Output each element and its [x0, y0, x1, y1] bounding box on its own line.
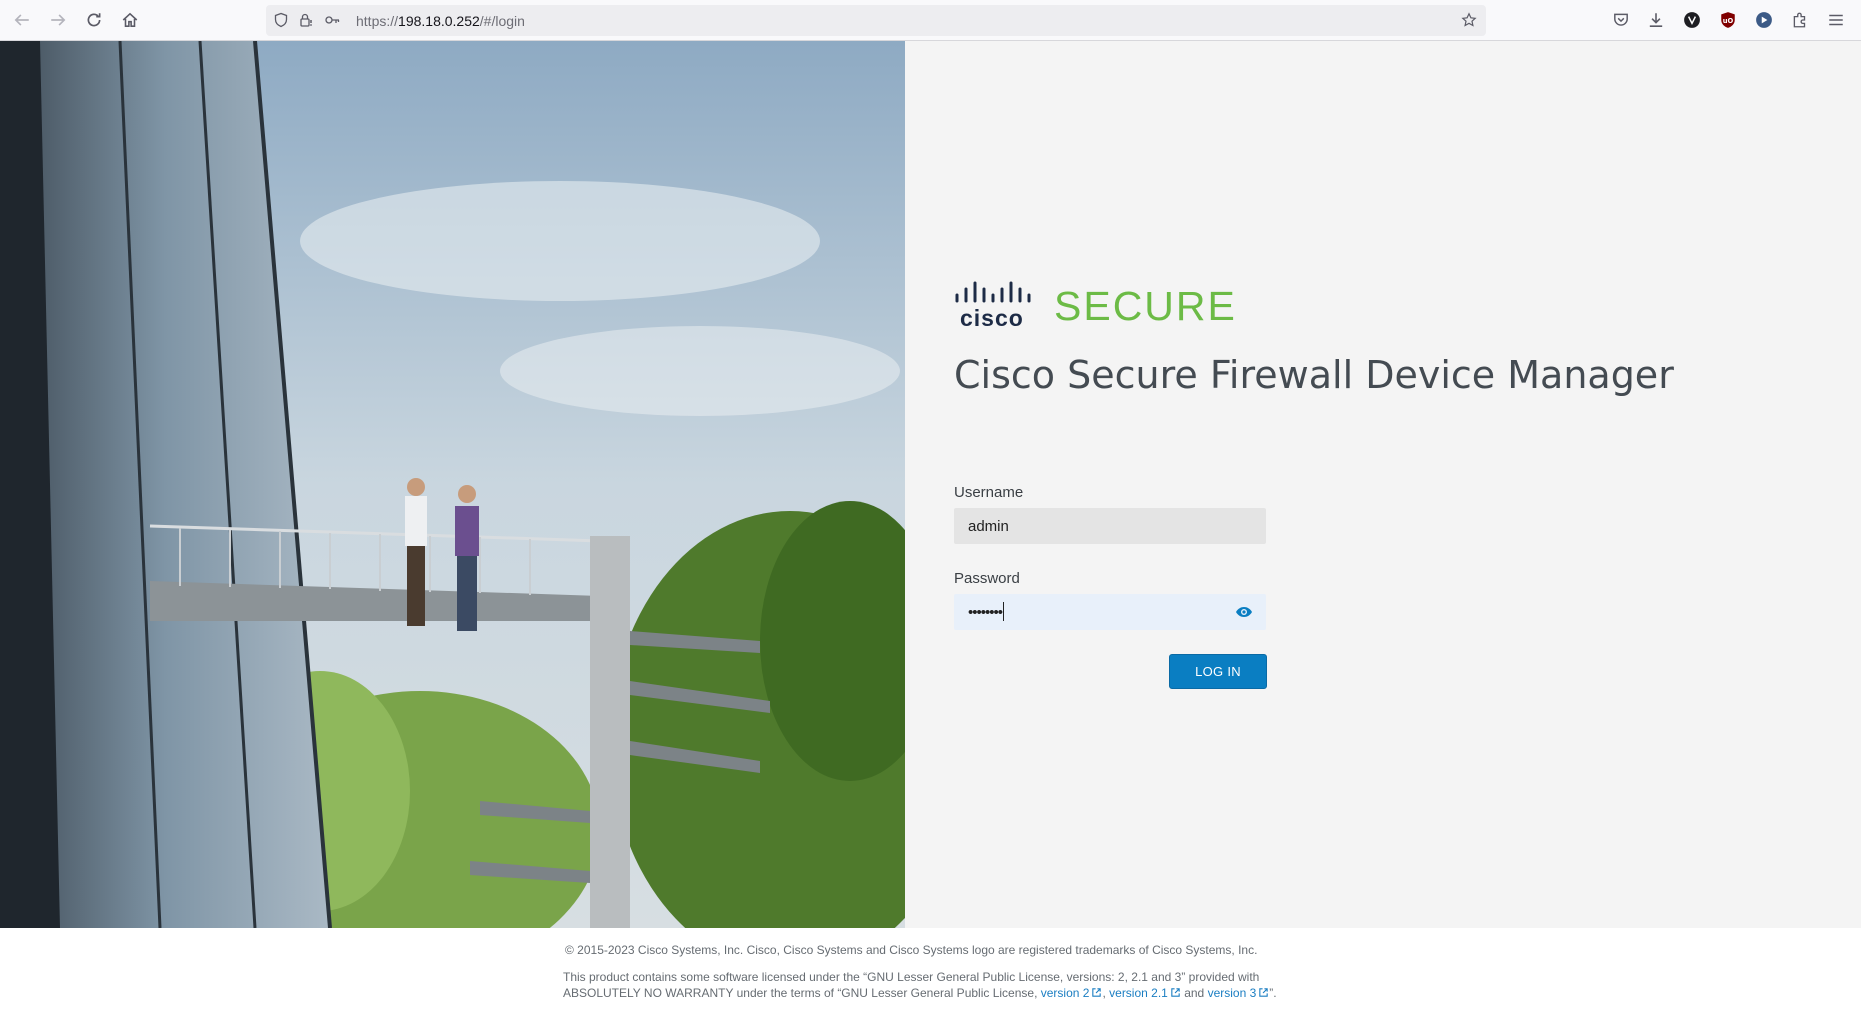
bookmark-star-icon[interactable]: [1460, 11, 1478, 29]
license-text-line1: This product contains some software lice…: [563, 970, 1260, 984]
building-staircase-illustration: [0, 41, 905, 928]
footer: © 2015-2023 Cisco Systems, Inc. Cisco, C…: [0, 928, 1861, 1011]
extension-dark-icon[interactable]: [1680, 8, 1704, 32]
link-version-2[interactable]: version 2: [1041, 986, 1103, 1000]
username-input[interactable]: [954, 508, 1266, 544]
and-text: and: [1184, 986, 1205, 1000]
url-host: 198.18.0.252: [398, 13, 480, 29]
extensions-puzzle-icon[interactable]: [1788, 8, 1812, 32]
shield-icon[interactable]: [272, 11, 290, 29]
cisco-wordmark: cisco: [960, 305, 1024, 331]
external-link-icon: [1171, 988, 1180, 997]
ublock-icon[interactable]: uO: [1716, 8, 1740, 32]
address-bar[interactable]: https://198.18.0.252/#/login: [266, 5, 1486, 36]
username-label: Username: [954, 484, 1024, 501]
link-version-3[interactable]: version 3: [1208, 986, 1270, 1000]
extension-blue-icon[interactable]: [1752, 8, 1776, 32]
external-link-icon: [1259, 988, 1268, 997]
url-scheme: https://: [356, 13, 399, 29]
link-version-2-1-label: version 2.1: [1109, 986, 1168, 1000]
license-prefix: ABSOLUTELY NO WARRANTY under the terms o…: [563, 986, 1038, 1000]
license-suffix: ”.: [1269, 986, 1277, 1000]
show-password-eye-icon[interactable]: [1235, 604, 1253, 620]
key-icon[interactable]: [323, 11, 341, 29]
login-button[interactable]: LOG IN: [1169, 654, 1267, 689]
page-title: Cisco Secure Firewall Device Manager: [954, 353, 1674, 397]
cisco-bars-icon: [955, 281, 1031, 303]
link-version-2-1[interactable]: version 2.1: [1109, 986, 1181, 1000]
external-link-icon: [1092, 988, 1102, 997]
password-input[interactable]: [954, 594, 1266, 630]
reload-icon[interactable]: [82, 8, 106, 32]
cisco-secure-logo: cisco SECURE: [954, 281, 1254, 331]
url-path: /#/login: [479, 13, 525, 29]
secure-wordmark: SECURE: [1054, 283, 1237, 329]
download-icon[interactable]: [1644, 8, 1668, 32]
login-panel: cisco SECURE Cisco Secure Firewall Devic…: [905, 41, 1861, 928]
text-caret: [1003, 602, 1004, 621]
copyright-text: © 2015-2023 Cisco Systems, Inc. Cisco, C…: [565, 943, 1258, 957]
forward-icon[interactable]: [46, 8, 70, 32]
link-version-3-label: version 3: [1207, 986, 1257, 1000]
back-icon[interactable]: [10, 8, 34, 32]
browser-toolbar: https://198.18.0.252/#/login uO: [0, 0, 1861, 41]
hero-photo: [0, 41, 905, 928]
lock-warning-icon[interactable]: [297, 11, 315, 29]
password-label: Password: [954, 570, 1020, 587]
separator-comma: ,: [1102, 986, 1106, 1000]
menu-hamburger-icon[interactable]: [1824, 8, 1848, 32]
svg-text:uO: uO: [1723, 17, 1734, 25]
pocket-icon[interactable]: [1609, 8, 1633, 32]
home-icon[interactable]: [118, 8, 142, 32]
url-text[interactable]: https://198.18.0.252/#/login: [356, 13, 525, 29]
link-version-2-label: version 2: [1040, 986, 1090, 1000]
license-text-line2: ABSOLUTELY NO WARRANTY under the terms o…: [563, 986, 1277, 1000]
